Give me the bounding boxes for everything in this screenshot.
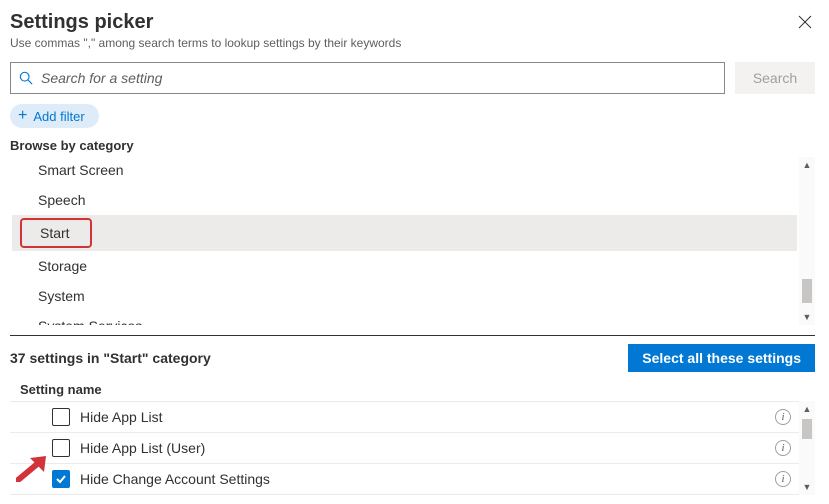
category-item[interactable]: System Services: [12, 311, 797, 325]
setting-row: Hide Change Account Settings i: [10, 464, 799, 495]
category-item[interactable]: Speech: [12, 185, 797, 215]
search-input[interactable]: [39, 69, 716, 87]
category-list: Smart ScreenSpeechStartStorageSystemSyst…: [10, 155, 799, 325]
results-count: 37 settings in "Start" category: [10, 350, 211, 366]
setting-checkbox[interactable]: [52, 408, 70, 426]
setting-label: Hide Change Account Settings: [80, 471, 765, 487]
setting-checkbox[interactable]: [52, 439, 70, 457]
setting-row: Hide App List (User) i: [10, 433, 799, 464]
scrollbar-thumb[interactable]: [802, 279, 812, 303]
add-filter-button[interactable]: + Add filter: [10, 104, 99, 128]
setting-label: Hide App List (User): [80, 440, 765, 456]
scroll-up-icon[interactable]: ▲: [799, 157, 815, 173]
plus-icon: +: [18, 108, 27, 124]
page-subtitle: Use commas "," among search terms to loo…: [10, 36, 815, 50]
search-button[interactable]: Search: [735, 62, 815, 94]
category-item-highlighted[interactable]: Start: [20, 218, 92, 248]
scroll-up-icon[interactable]: ▲: [799, 401, 815, 417]
setting-checkbox[interactable]: [52, 470, 70, 488]
info-icon[interactable]: i: [775, 409, 791, 425]
add-filter-label: Add filter: [33, 109, 84, 124]
category-item[interactable]: Smart Screen: [12, 155, 797, 185]
page-title: Settings picker: [10, 10, 815, 34]
info-icon[interactable]: i: [775, 440, 791, 456]
browse-label: Browse by category: [10, 138, 815, 153]
divider: [10, 335, 815, 336]
select-all-button[interactable]: Select all these settings: [628, 344, 815, 372]
close-button[interactable]: [795, 12, 815, 32]
category-scrollbar[interactable]: ▲ ▼: [799, 157, 815, 325]
search-icon: [19, 71, 33, 85]
search-box[interactable]: [10, 62, 725, 94]
scroll-down-icon[interactable]: ▼: [799, 309, 815, 325]
category-item[interactable]: Start: [12, 215, 797, 251]
settings-scrollbar[interactable]: ▲ ▼: [799, 401, 815, 495]
info-icon[interactable]: i: [775, 471, 791, 487]
column-header: Setting name: [10, 382, 815, 397]
category-item[interactable]: Storage: [12, 251, 797, 281]
scrollbar-thumb[interactable]: [802, 419, 812, 439]
close-icon: [798, 15, 812, 29]
setting-row: Hide App List i: [10, 401, 799, 433]
settings-list: Hide App ListiHide App List (User)iHide …: [10, 401, 799, 495]
setting-label: Hide App List: [80, 409, 765, 425]
scroll-down-icon[interactable]: ▼: [799, 479, 815, 495]
category-item[interactable]: System: [12, 281, 797, 311]
